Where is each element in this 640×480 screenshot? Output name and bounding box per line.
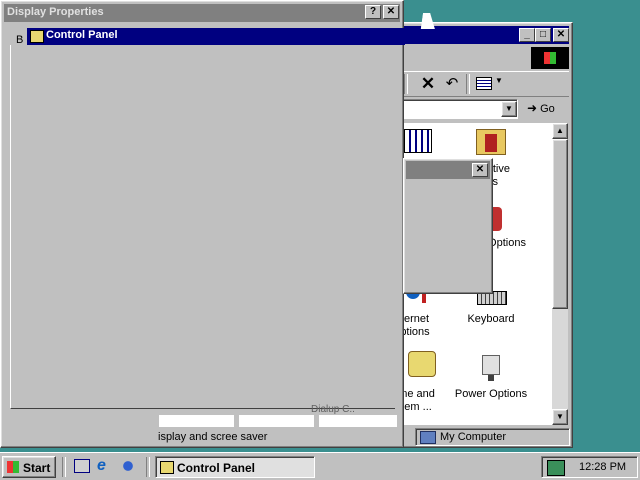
go-button[interactable]: ➜ Go xyxy=(527,101,567,119)
minimize-button[interactable]: _ xyxy=(519,28,535,42)
scroll-thumb[interactable] xyxy=(552,139,568,309)
taskbar: Start e Control Panel 12:28 PM xyxy=(0,452,640,480)
scroll-down-button[interactable]: ▼ xyxy=(552,409,568,425)
phone-modem-icon[interactable] xyxy=(408,351,436,377)
channels-icon[interactable] xyxy=(120,458,136,474)
undo-icon[interactable]: ↶ xyxy=(442,74,462,94)
my-computer-icon xyxy=(420,431,436,444)
scheme-box-1[interactable] xyxy=(159,415,234,427)
admin-tools-icon[interactable] xyxy=(476,129,506,155)
control-panel-title: Control Panel xyxy=(46,29,118,41)
scheme-box-3[interactable] xyxy=(319,415,397,427)
scheme-box-2[interactable] xyxy=(239,415,314,427)
maximize-button[interactable]: □ xyxy=(535,28,551,42)
task-control-panel-icon xyxy=(160,461,174,474)
internet-explorer-icon[interactable]: e xyxy=(97,458,113,474)
windows-logo-box xyxy=(531,47,569,69)
start-label: Start xyxy=(23,461,51,475)
display-properties-titlebar[interactable]: Display Properties xyxy=(4,4,400,22)
task-control-panel[interactable]: Control Panel xyxy=(155,456,315,478)
delete-icon[interactable]: ✕ xyxy=(418,74,438,94)
toolbar: ✕ ↶ ▼ xyxy=(404,71,569,97)
views-dropdown-icon[interactable]: ▼ xyxy=(495,76,503,85)
mouse-pointer-icon xyxy=(420,13,438,29)
status-text: My Computer xyxy=(440,431,507,443)
display-properties-title: Display Properties xyxy=(7,6,104,18)
vertical-scrollbar[interactable]: ▲ ▼ xyxy=(552,123,568,425)
address-dropdown-button[interactable]: ▼ xyxy=(501,101,517,117)
clock[interactable]: 12:28 PM xyxy=(579,461,626,473)
start-button[interactable]: Start xyxy=(2,456,56,478)
tab-panel xyxy=(10,45,395,409)
status-bar: My Computer xyxy=(415,428,570,446)
windows-logo-icon xyxy=(544,52,556,64)
task-control-panel-label: Control Panel xyxy=(177,461,256,475)
help-button[interactable]: ? xyxy=(365,5,381,19)
system-tray: 12:28 PM xyxy=(541,456,638,478)
close-button[interactable]: ✕ xyxy=(553,28,569,42)
dialog-close-button[interactable]: ✕ xyxy=(383,5,399,19)
control-panel-small-icon xyxy=(30,30,44,43)
display-settings-icon[interactable] xyxy=(404,129,432,153)
keyboard-label[interactable]: Keyboard xyxy=(446,313,536,326)
display-properties-window: Display Properties ? ✕ B Dialup C.. ispl… xyxy=(0,0,404,448)
windows-flag-icon xyxy=(7,461,19,473)
small-dialog-close-button[interactable]: ✕ xyxy=(472,163,488,177)
show-desktop-icon[interactable] xyxy=(74,459,90,473)
go-arrow-icon: ➜ xyxy=(527,101,538,115)
power-options-label[interactable]: Power Options xyxy=(446,388,536,401)
power-options-icon[interactable] xyxy=(478,351,504,381)
dialup-fragment: Dialup C.. xyxy=(311,404,355,415)
scroll-up-button[interactable]: ▲ xyxy=(552,123,568,139)
network-tray-icon[interactable] xyxy=(547,460,565,476)
display-screensaver-text: isplay and scree saver xyxy=(158,431,268,443)
small-dialog: ✕ xyxy=(403,158,493,294)
control-panel-title-strip[interactable]: Control Panel xyxy=(27,28,405,45)
views-icon[interactable] xyxy=(476,77,492,90)
